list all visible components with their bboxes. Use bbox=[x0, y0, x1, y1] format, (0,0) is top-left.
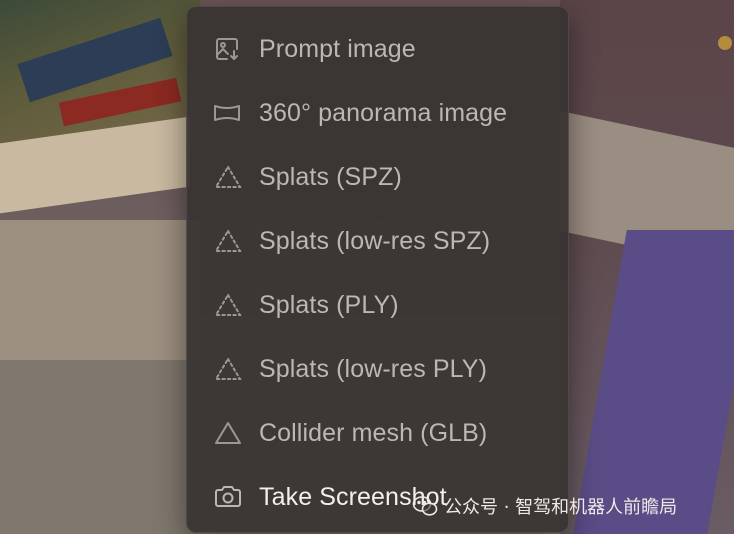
menu-item-label: Splats (PLY) bbox=[259, 290, 399, 319]
dotted-triangle-icon bbox=[213, 356, 243, 382]
image-download-icon bbox=[213, 36, 243, 62]
menu-item-label: Splats (low-res SPZ) bbox=[259, 226, 491, 255]
triangle-icon bbox=[213, 420, 243, 446]
dotted-triangle-icon bbox=[213, 164, 243, 190]
menu-item-label: Collider mesh (GLB) bbox=[259, 418, 488, 447]
download-menu: Prompt image 360° panorama image Splats … bbox=[186, 6, 569, 533]
menu-item-panorama-image[interactable]: 360° panorama image bbox=[187, 81, 568, 145]
wechat-icon bbox=[412, 495, 438, 517]
menu-item-splats-low-res-spz[interactable]: Splats (low-res SPZ) bbox=[187, 209, 568, 273]
menu-item-prompt-image[interactable]: Prompt image bbox=[187, 17, 568, 81]
dotted-triangle-icon bbox=[213, 228, 243, 254]
menu-list: Prompt image 360° panorama image Splats … bbox=[187, 7, 568, 529]
menu-item-splats-low-res-ply[interactable]: Splats (low-res PLY) bbox=[187, 337, 568, 401]
menu-item-splats-spz[interactable]: Splats (SPZ) bbox=[187, 145, 568, 209]
dotted-triangle-icon bbox=[213, 292, 243, 318]
menu-item-label: Prompt image bbox=[259, 34, 416, 63]
panorama-icon bbox=[213, 100, 243, 126]
camera-icon bbox=[213, 484, 243, 510]
menu-item-label: 360° panorama image bbox=[259, 98, 508, 127]
menu-item-label: Splats (SPZ) bbox=[259, 162, 402, 191]
watermark: 公众号 · 智驾和机器人前瞻局 bbox=[412, 492, 677, 520]
menu-item-label: Splats (low-res PLY) bbox=[259, 354, 487, 383]
menu-item-collider-mesh[interactable]: Collider mesh (GLB) bbox=[187, 401, 568, 465]
menu-item-splats-ply[interactable]: Splats (PLY) bbox=[187, 273, 568, 337]
watermark-text: 公众号 · 智驾和机器人前瞻局 bbox=[444, 497, 678, 518]
